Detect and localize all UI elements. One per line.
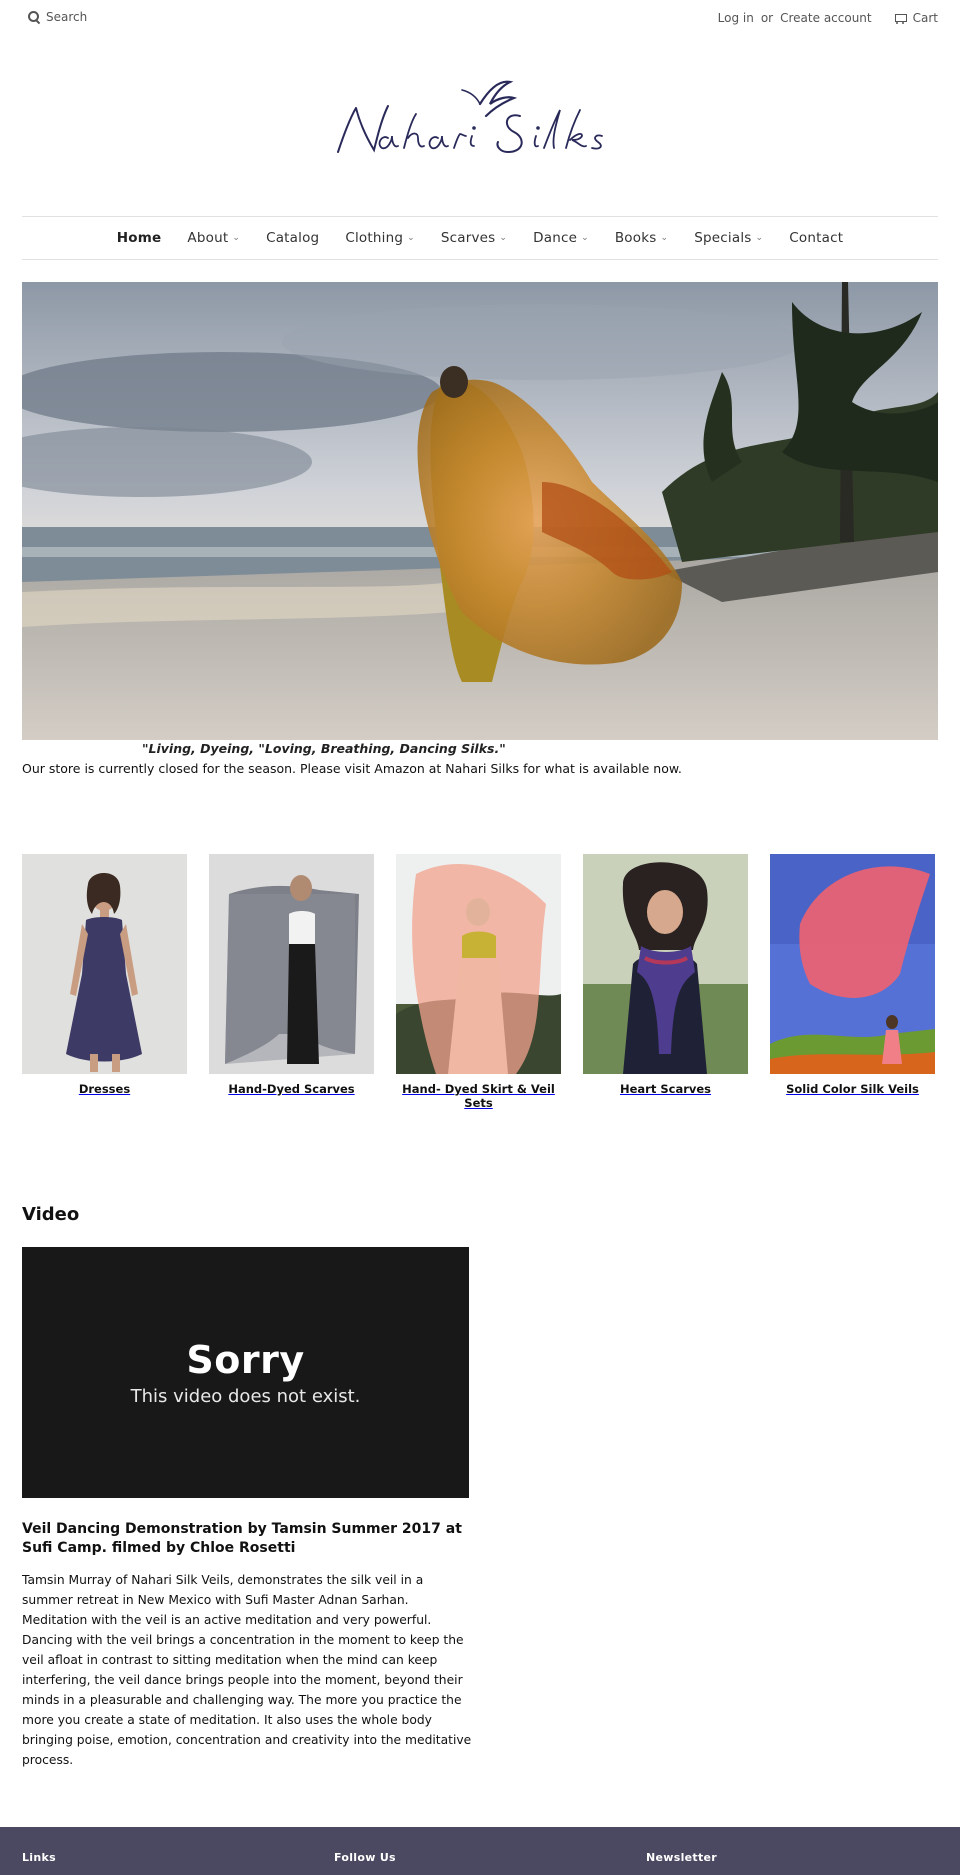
collection-title: Solid Color Silk Veils <box>786 1082 919 1096</box>
create-account-link[interactable]: Create account <box>780 11 872 25</box>
collection-image <box>22 854 187 1074</box>
hero-tagline: "Living, Dyeing, "Loving, Breathing, Dan… <box>142 741 506 756</box>
footer-follow-heading: Follow Us <box>334 1851 396 1864</box>
login-link[interactable]: Log in <box>718 11 754 25</box>
player-error-title: Sorry <box>186 1338 305 1382</box>
nav-books[interactable]: Books ⌄ <box>615 230 668 246</box>
nav-scarves[interactable]: Scarves ⌄ <box>441 230 507 246</box>
footer-links-heading: Links <box>22 1851 56 1864</box>
nav-scarves-label: Scarves <box>440 230 496 246</box>
collection-title: Heart Scarves <box>619 1082 712 1096</box>
nav-books-label: Books <box>614 230 657 246</box>
nav-dance[interactable]: Dance ⌄ <box>533 230 589 246</box>
or-text: or <box>760 11 774 25</box>
cart-label: Cart <box>912 11 938 25</box>
nav-clothing[interactable]: Clothing ⌄ <box>345 230 415 246</box>
video-description: Tamsin Murray of Nahari Silk Veils, demo… <box>22 1573 472 1767</box>
chevron-down-icon: ⌄ <box>499 233 508 243</box>
main-nav: Home About ⌄ Catalog Clothing ⌄ Scarves ⌄ D… <box>22 216 938 260</box>
chevron-down-icon: ⌄ <box>581 233 589 243</box>
video-title: Veil Dancing Demonstration by Tamsin Sum… <box>22 1521 462 1556</box>
nav-contact[interactable]: Contact <box>789 230 843 246</box>
collection-title: Hand- Dyed Skirt & Veil Sets <box>402 1082 555 1110</box>
nav-about-label: About <box>187 230 229 246</box>
collection-heart-scarves[interactable]: Heart Scarves <box>583 854 748 1110</box>
collection-hand-dyed-scarves[interactable]: Hand-Dyed Scarves <box>209 854 374 1110</box>
collection-title: Dresses <box>78 1082 131 1096</box>
nav-about[interactable]: About ⌄ <box>187 230 240 246</box>
collection-image <box>583 854 748 1074</box>
collections-grid: Dresses Hand-Dyed Scarves Hand- Dyed Ski… <box>22 854 938 1110</box>
player-error-message: This video does not exist. <box>130 1386 361 1407</box>
chevron-down-icon: ⌄ <box>407 233 415 243</box>
search-input[interactable] <box>46 10 166 24</box>
nav-home[interactable]: Home <box>117 230 162 246</box>
footer-newsletter-heading: Newsletter <box>646 1851 718 1864</box>
nav-home-label: Home <box>116 230 162 246</box>
chevron-down-icon: ⌄ <box>232 233 241 243</box>
nav-specials[interactable]: Specials ⌄ <box>694 230 763 246</box>
chevron-down-icon: ⌄ <box>660 233 669 243</box>
hero-image <box>22 282 938 740</box>
logo-image <box>337 80 603 154</box>
video-player[interactable]: Sorry This video does not exist. <box>22 1247 469 1498</box>
cart-icon <box>893 13 907 24</box>
account-links: Log in or Create account Cart <box>718 11 938 25</box>
nav-contact-label: Contact <box>789 230 844 246</box>
collection-dresses[interactable]: Dresses <box>22 854 187 1110</box>
store-closed-notice: Our store is currently closed for the se… <box>22 761 682 776</box>
collection-title: Hand-Dyed Scarves <box>228 1082 355 1096</box>
site-footer: Links Follow Us Newsletter <box>0 1827 960 1875</box>
nav-catalog[interactable]: Catalog <box>266 230 319 246</box>
collection-skirt-veil-sets[interactable]: Hand- Dyed Skirt & Veil Sets <box>396 854 561 1110</box>
chevron-down-icon: ⌄ <box>755 233 764 243</box>
video-heading: Video <box>22 1204 80 1225</box>
top-bar: Log in or Create account Cart <box>0 0 960 38</box>
site-logo[interactable] <box>330 74 630 164</box>
nav-specials-label: Specials <box>694 230 752 246</box>
nav-catalog-label: Catalog <box>266 230 320 246</box>
nav-dance-label: Dance <box>533 230 578 246</box>
cart-link[interactable]: Cart <box>893 11 938 25</box>
nav-clothing-label: Clothing <box>345 230 404 246</box>
collection-image <box>396 854 561 1074</box>
collection-image <box>770 854 935 1074</box>
collection-image <box>209 854 374 1074</box>
search-icon[interactable] <box>28 11 40 23</box>
collection-solid-silk-veils[interactable]: Solid Color Silk Veils <box>770 854 935 1110</box>
search-form[interactable] <box>28 10 166 24</box>
